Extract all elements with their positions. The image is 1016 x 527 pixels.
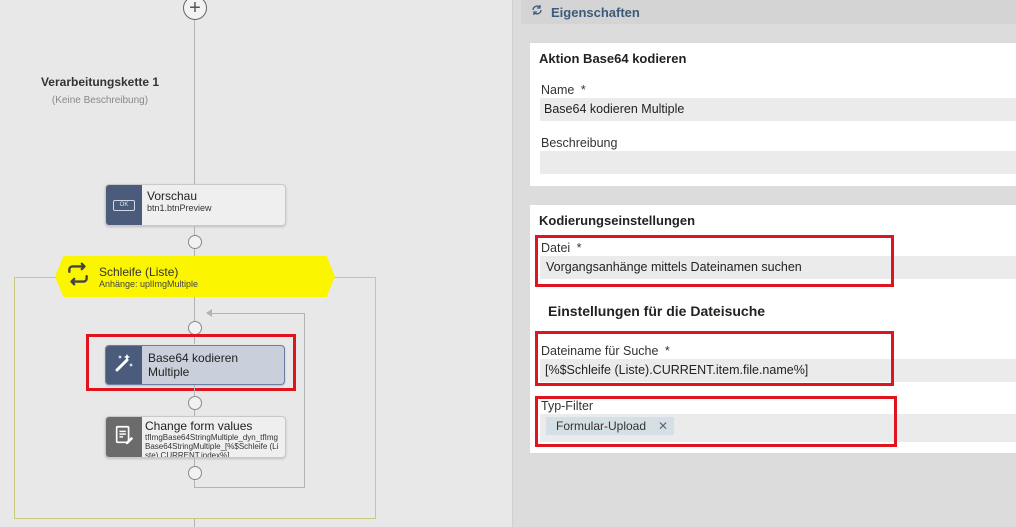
change-form-icon-box	[106, 417, 142, 457]
loop-node[interactable]: Schleife (Liste) Anhänge: uplImgMultiple	[55, 256, 335, 297]
add-step-button[interactable]: +	[183, 0, 207, 20]
highlight-type-filter-field	[535, 396, 897, 447]
connector-dot[interactable]	[188, 235, 202, 249]
properties-header: Eigenschaften	[521, 0, 1016, 24]
panel-resize-handle[interactable]	[512, 0, 521, 527]
name-input[interactable]: Base64 kodieren Multiple	[540, 98, 1016, 121]
highlight-filename-field	[535, 331, 894, 386]
preview-node[interactable]: OK Vorschau btn1.btnPreview	[105, 184, 286, 226]
highlight-base64-node	[86, 334, 296, 391]
description-label: Beschreibung	[541, 136, 618, 150]
encoding-card-title: Kodierungseinstellungen	[539, 213, 696, 228]
connector-dot[interactable]	[188, 466, 202, 480]
name-label: Name *	[541, 83, 586, 97]
form-edit-icon	[113, 424, 135, 451]
properties-title: Eigenschaften	[551, 4, 640, 20]
loop-node-title: Schleife (Liste)	[99, 264, 179, 279]
description-input[interactable]	[540, 151, 1016, 174]
preview-icon-box: OK	[106, 185, 142, 225]
connector-dot[interactable]	[188, 321, 202, 335]
action-card-title: Aktion Base64 kodieren	[539, 51, 687, 66]
file-search-heading: Einstellungen für die Dateisuche	[548, 303, 766, 319]
button-ok-icon: OK	[113, 199, 135, 211]
loop-back-connector	[210, 313, 305, 314]
flow-connector	[194, 519, 195, 527]
connector-dot[interactable]	[188, 396, 202, 410]
repeat-icon	[65, 261, 91, 292]
change-form-node-subtitle: tfImgBase64StringMultiple_dyn_tfImgBase6…	[145, 433, 279, 457]
loop-node-subtitle: Anhänge: uplImgMultiple	[99, 278, 199, 289]
action-card: Aktion Base64 kodieren Name * Base64 kod…	[530, 43, 1016, 186]
refresh-icon[interactable]	[531, 3, 543, 21]
preview-node-subtitle: btn1.btnPreview	[147, 203, 212, 213]
chain-description: (Keine Beschreibung)	[51, 95, 149, 106]
change-form-values-node[interactable]: Change form values tfImgBase64StringMult…	[105, 416, 286, 458]
loop-back-connector	[195, 487, 305, 488]
workflow-canvas[interactable]: + Verarbeitungskette 1 (Keine Beschreibu…	[0, 0, 512, 527]
change-form-node-title: Change form values	[145, 419, 253, 433]
loop-back-connector	[304, 313, 305, 488]
highlight-file-field	[535, 235, 894, 287]
preview-node-title: Vorschau	[147, 189, 198, 203]
chain-title: Verarbeitungskette 1	[40, 75, 160, 89]
loop-back-arrow-icon	[206, 309, 212, 317]
